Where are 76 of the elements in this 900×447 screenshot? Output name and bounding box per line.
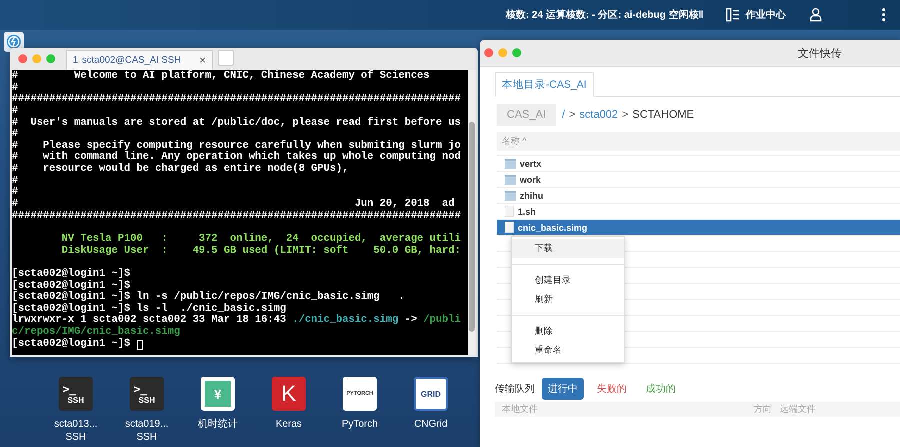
terminal-line: # with command line. Any operation which takes up whole computing nod xyxy=(12,152,461,164)
terminal-line: [scta002@login1 ~]$ ln -s /public/repos/IMG/cnic_basic.simg . xyxy=(12,292,405,304)
column-header: 本地文件 xyxy=(502,403,538,416)
folder-icon xyxy=(505,158,516,168)
terminal-line: [scta002@login1 ~]$ ls -l ./cnic_basic.simg xyxy=(12,304,286,315)
terminal-line: # xyxy=(12,82,18,94)
app-label: CNGrid xyxy=(414,418,448,431)
app-label: PyTorch xyxy=(342,418,378,431)
more-icon[interactable] xyxy=(882,8,886,22)
app-tile[interactable]: GRID xyxy=(414,377,448,411)
app-label: scta013... xyxy=(54,418,98,431)
job-center-link[interactable]: 作业中心 xyxy=(746,8,786,22)
terminal-line: # resource would be charged as entire node(8 GPUs), xyxy=(12,164,349,176)
terminal-line: # Welcome to AI platform, CNIC, Chinese Academy of Sciences xyxy=(12,71,430,83)
list-icon xyxy=(726,8,740,22)
app-tile[interactable]: K xyxy=(272,377,306,411)
terminal-line: # xyxy=(12,187,18,199)
menu-item[interactable]: 删除 xyxy=(512,322,624,341)
directory-tab[interactable]: 本地目录-CAS_AI xyxy=(495,72,594,97)
window-controls-icon[interactable] xyxy=(484,48,522,58)
menu-item[interactable]: 创建目录 xyxy=(512,271,624,290)
file-icon xyxy=(505,222,514,233)
user-icon[interactable] xyxy=(810,8,822,22)
terminal-line: lrwxrwxr-x 1 scta002 scta002 33 Mar 18 16:43 ./cnic_basic.simg -> /publi xyxy=(12,315,461,326)
column-header: 远端文件 xyxy=(780,403,816,416)
breadcrumb-link[interactable]: scta002 xyxy=(580,109,618,121)
terminal-line: [scta002@login1 ~]$ xyxy=(12,268,130,280)
file-row[interactable]: cnic_basic.simg xyxy=(497,220,900,236)
window-controls-icon[interactable] xyxy=(18,54,56,64)
terminal-line: # xyxy=(12,106,18,118)
menu-item[interactable]: 下载 xyxy=(512,239,624,258)
cursor-icon xyxy=(136,340,143,350)
app-label: 机时统计 xyxy=(198,418,238,431)
queue-label: 传输队列 xyxy=(495,383,535,396)
filter-tab[interactable]: 成功的 xyxy=(640,378,682,400)
file-row[interactable]: zhihu xyxy=(497,188,900,204)
menu-item[interactable]: 重命名 xyxy=(512,341,624,360)
folder-icon xyxy=(505,190,516,200)
breadcrumb-separator: > xyxy=(622,109,629,121)
terminal-tab[interactable]: 1 scta002@CAS_AI SSH × xyxy=(66,50,213,70)
terminal-line: # xyxy=(12,129,18,141)
scrollbar-thumb[interactable] xyxy=(469,122,475,332)
terminal-line: [scta002@login1 ~]$ xyxy=(12,338,132,350)
terminal-line: # Jun 20, 2018 ad xyxy=(12,199,455,211)
terminal-line: ######################################################################## xyxy=(12,210,461,222)
app-label: scta019... xyxy=(125,418,169,431)
close-tab-button[interactable]: × xyxy=(200,54,206,66)
terminal-line: # xyxy=(12,176,18,187)
breadcrumb-link[interactable]: / xyxy=(562,109,566,121)
terminal-line: # User's manuals are stored at /public/doc, please read first before us xyxy=(12,118,461,129)
terminal-line: [scta002@login1 ~]$ xyxy=(12,280,130,292)
terminal-line: c/repos/IMG/cnic_basic.simg xyxy=(12,327,180,338)
terminal-line: ######################################################################## xyxy=(12,94,461,106)
app-label: SSH xyxy=(136,431,158,444)
app-tile[interactable]: >_ SSH xyxy=(59,377,93,411)
cluster-status: 核数: 24 运算核数: - 分区: ai-debug 空闲核‖ xyxy=(506,8,704,22)
breadcrumb-current: SCTAHOME xyxy=(632,109,694,121)
tab-title: scta002@CAS_AI SSH xyxy=(82,55,182,66)
terminal-line: NV Tesla P100 : 372 online, 24 occupied, average utili xyxy=(60,234,461,245)
app-label: SSH xyxy=(66,431,86,444)
file-row[interactable]: vertx xyxy=(497,156,900,172)
new-tab-button[interactable] xyxy=(218,50,234,66)
tab-number: 1 xyxy=(73,55,78,66)
menu-item[interactable]: 刷新 xyxy=(512,290,624,309)
terminal-line: # Please specify computing resource carefully when submiting slurm jo xyxy=(12,140,461,152)
filter-tab[interactable]: 进行中 xyxy=(542,378,584,400)
folder-icon xyxy=(505,174,516,184)
breadcrumb-separator: > xyxy=(569,109,576,121)
app-label: Keras xyxy=(276,418,302,431)
file-icon xyxy=(505,206,514,217)
file-row[interactable]: work xyxy=(497,172,900,188)
window-title: 文件快传 xyxy=(798,46,842,60)
terminal-line: DiskUsage User : 49.5 GB used (LIMIT: soft 50.0 GB, hard: xyxy=(60,246,461,258)
column-header: 方向 xyxy=(754,403,772,416)
filter-tab[interactable]: 失败的 xyxy=(591,378,633,400)
app-tile[interactable]: >_ SSH xyxy=(130,377,164,411)
